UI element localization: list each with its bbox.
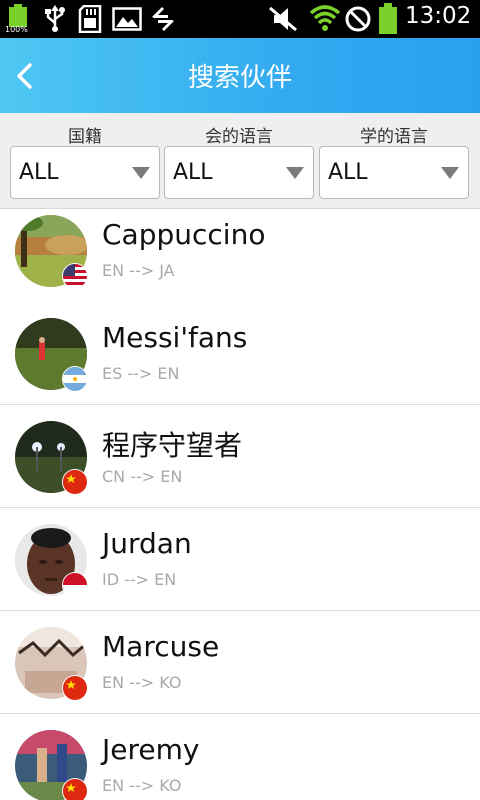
filter-value: ALL: [328, 160, 368, 185]
battery-percent: 100%: [5, 25, 28, 34]
sync-icon: [152, 7, 174, 31]
usb-icon: [45, 5, 65, 32]
list-item[interactable]: Cappuccino EN --> JA: [0, 209, 480, 312]
us-flag-icon: [62, 263, 88, 289]
list-item[interactable]: 程序守望者 CN --> EN: [0, 405, 480, 508]
partner-name: Marcuse: [102, 630, 220, 663]
partner-list: Cappuccino EN --> JA Messi'fans ES --> E…: [0, 209, 480, 800]
wifi-icon: [309, 5, 341, 31]
app-root: 100% 13:02 搜索伙伴 国籍 ALL 会的语言 ALL 学的语言 ALL…: [0, 0, 480, 800]
china-flag-icon: [62, 778, 88, 800]
filter-label: 会的语言: [205, 127, 273, 147]
language-pair: EN --> JA: [102, 261, 175, 280]
china-flag-icon: [62, 675, 88, 701]
partner-name: Messi'fans: [102, 321, 248, 354]
clock: 13:02: [405, 3, 472, 29]
spoken-language-select[interactable]: ALL: [164, 146, 314, 199]
list-item[interactable]: Marcuse EN --> KO: [0, 611, 480, 714]
language-pair: ID --> EN: [102, 570, 177, 589]
sd-card-icon: [78, 5, 102, 33]
filter-label: 学的语言: [360, 127, 428, 147]
status-bar: 100% 13:02: [0, 0, 480, 38]
language-pair: CN --> EN: [102, 467, 183, 486]
language-pair: ES --> EN: [102, 364, 180, 383]
chevron-down-icon: [441, 167, 459, 179]
gallery-icon: [112, 7, 142, 31]
partner-name: Cappuccino: [102, 218, 266, 251]
partner-name: Jeremy: [102, 733, 200, 766]
china-flag-icon: [62, 469, 88, 495]
no-signal-icon: [345, 6, 371, 32]
filter-bar: 国籍 ALL 会的语言 ALL 学的语言 ALL: [0, 113, 480, 209]
chevron-down-icon: [132, 167, 150, 179]
filter-value: ALL: [173, 160, 213, 185]
partner-name: Jurdan: [102, 527, 192, 560]
language-pair: EN --> KO: [102, 776, 182, 795]
filter-value: ALL: [19, 160, 59, 185]
mute-icon: [269, 6, 297, 32]
language-pair: EN --> KO: [102, 673, 182, 692]
battery-full-icon: [379, 3, 397, 34]
argentina-flag-icon: [62, 366, 88, 392]
indonesia-flag-icon: [62, 572, 88, 598]
page-title: 搜索伙伴: [187, 63, 292, 93]
list-item[interactable]: Jurdan ID --> EN: [0, 508, 480, 611]
list-item[interactable]: Messi'fans ES --> EN: [0, 302, 480, 405]
filter-label: 国籍: [68, 127, 102, 147]
learning-language-select[interactable]: ALL: [319, 146, 469, 199]
partner-name: 程序守望者: [102, 429, 243, 462]
list-item[interactable]: Jeremy EN --> KO: [0, 714, 480, 800]
app-header: 搜索伙伴: [0, 38, 480, 113]
nationality-select[interactable]: ALL: [10, 146, 160, 199]
chevron-down-icon: [286, 167, 304, 179]
